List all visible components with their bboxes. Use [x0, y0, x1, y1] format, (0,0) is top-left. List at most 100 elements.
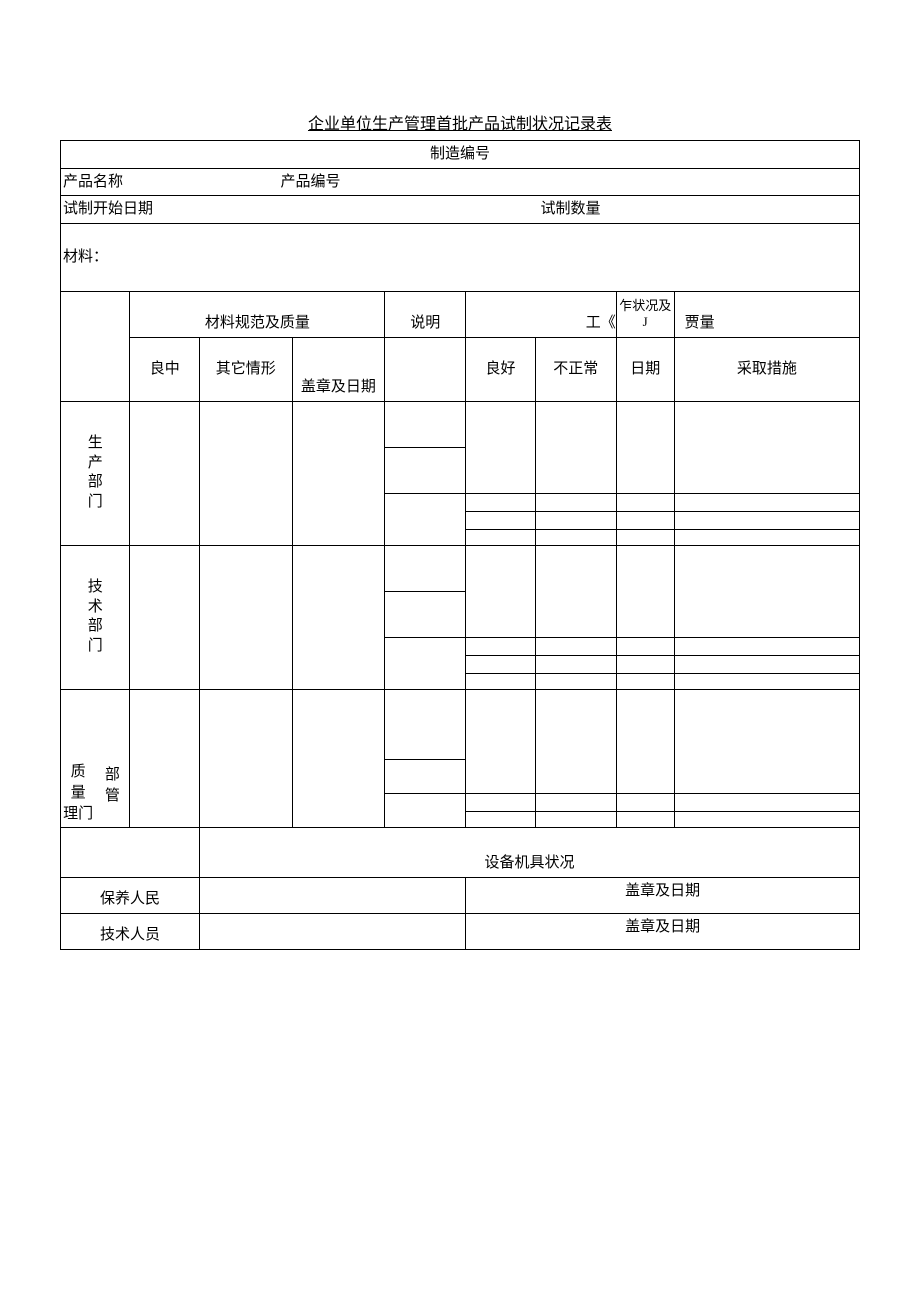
cell [674, 401, 859, 493]
seal-2: 盖章及日期 [466, 913, 860, 949]
col-quality-frag: 贾量 [674, 291, 859, 337]
cell [535, 493, 616, 511]
cell [385, 401, 466, 447]
col-date: 日期 [616, 337, 674, 401]
cell [466, 637, 535, 655]
cell [466, 493, 535, 511]
cell [674, 545, 859, 637]
col-desc: 说明 [385, 291, 466, 337]
document-form: 企业单位生产管理首批产品试制状况记录表 制造编号 产品名称 产品编号 [0, 0, 920, 950]
cell [199, 401, 292, 545]
cell [535, 689, 616, 793]
cell [535, 545, 616, 637]
col-desc-sub [385, 337, 466, 401]
cell [674, 529, 859, 545]
cell [616, 811, 674, 827]
material-label: 材料： [63, 249, 108, 265]
cell [674, 673, 859, 689]
col-abnormal: 不正常 [535, 337, 616, 401]
cell [616, 493, 674, 511]
cell [466, 689, 535, 793]
material-row: 材料： [61, 223, 860, 291]
cell [130, 401, 199, 545]
equip-status: 设备机具状况 [199, 827, 859, 877]
col-seal-date: 盖章及日期 [292, 337, 385, 401]
cell [535, 655, 616, 673]
col-good-mid: 良中 [130, 337, 199, 401]
cell [674, 655, 859, 673]
cell [674, 793, 859, 811]
cell [466, 401, 535, 493]
trial-start-label: 试制开始日期 [63, 201, 153, 217]
row-header-blank [61, 291, 130, 401]
cell [535, 637, 616, 655]
cell [535, 401, 616, 493]
product-row: 产品名称 产品编号 [61, 168, 860, 196]
row-technical: 技 术 部 门 [61, 545, 130, 689]
row-tech-person: 技术人员 [61, 913, 200, 949]
cell [616, 401, 674, 493]
cell [199, 913, 465, 949]
col-measures: 采取措施 [674, 337, 859, 401]
cell [199, 877, 465, 913]
product-name-label: 产品名称 [63, 174, 123, 190]
cell [616, 637, 674, 655]
col-material-spec: 材料规范及质量 [130, 291, 385, 337]
cell [292, 401, 385, 545]
cell [385, 447, 466, 493]
cell [466, 655, 535, 673]
trial-qty-label: 试制数量 [541, 201, 601, 217]
cell [535, 811, 616, 827]
cell [130, 689, 199, 827]
cell [385, 591, 466, 637]
cell [616, 673, 674, 689]
mfg-no-label: 制造编号 [430, 146, 490, 162]
row-qc-2: 部 管 [95, 689, 130, 827]
cell [385, 759, 466, 793]
trial-row: 试制开始日期 试制数量 [61, 196, 860, 224]
cell [199, 545, 292, 689]
cell [616, 793, 674, 811]
cell [385, 637, 466, 689]
cell [385, 493, 466, 545]
mfg-no-row: 制造编号 [61, 141, 860, 169]
cell [674, 637, 859, 655]
cell [466, 793, 535, 811]
cell [466, 673, 535, 689]
cell [466, 811, 535, 827]
cell [535, 793, 616, 811]
equip-label-blank [61, 827, 200, 877]
cell [674, 511, 859, 529]
seal-1: 盖章及日期 [466, 877, 860, 913]
col-work: 工《 [466, 291, 617, 337]
cell [199, 689, 292, 827]
cell [616, 545, 674, 637]
cell [674, 689, 859, 793]
row-maintenance: 保养人民 [61, 877, 200, 913]
cell [616, 655, 674, 673]
cell [292, 689, 385, 827]
cell [535, 673, 616, 689]
cell [385, 689, 466, 759]
cell [292, 545, 385, 689]
col-good: 良好 [466, 337, 535, 401]
cell [130, 545, 199, 689]
cell [616, 689, 674, 793]
cell [466, 545, 535, 637]
cell [674, 493, 859, 511]
cell [616, 529, 674, 545]
col-work-status: 乍状况及 J [616, 291, 674, 337]
form-table: 制造编号 产品名称 产品编号 试制开始日期 试制数量 材料： [60, 140, 860, 950]
row-production: 生 产 部 门 [61, 401, 130, 545]
col-other-case: 其它情形 [199, 337, 292, 401]
cell [535, 511, 616, 529]
product-no-label: 产品编号 [281, 174, 341, 190]
cell [535, 529, 616, 545]
cell [385, 545, 466, 591]
cell [466, 529, 535, 545]
cell [385, 793, 466, 827]
cell [466, 511, 535, 529]
cell [616, 511, 674, 529]
document-title: 企业单位生产管理首批产品试制状况记录表 [60, 110, 860, 134]
cell [674, 811, 859, 827]
